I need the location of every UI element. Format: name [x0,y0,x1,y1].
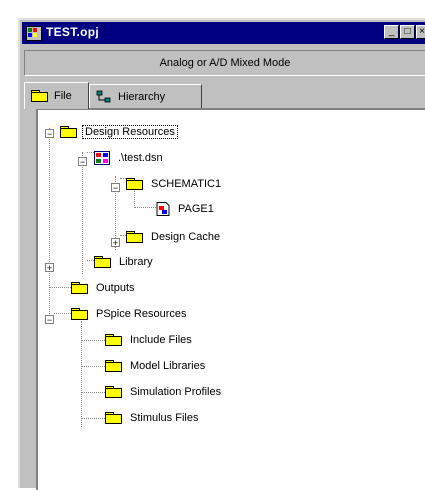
tree-item-label: Simulation Profiles [130,386,222,398]
design-file-icon [94,151,110,165]
tree-item-label: Model Libraries [130,360,206,372]
tab-file[interactable]: File [24,82,89,109]
folder-icon [126,231,143,243]
window-title: TEST.opj [46,25,100,39]
expand-toggle-design-cache[interactable]: + [111,238,120,248]
schematic-folder-icon [126,178,143,190]
tree-item-label: Include Files [130,334,192,346]
tree-item-outputs[interactable]: Outputs [71,280,137,296]
folder-icon [105,386,122,398]
hierarchy-icon [96,90,111,102]
tab-hierarchy[interactable]: Hierarchy [89,84,202,108]
tree-item-include-files[interactable]: Include Files [105,332,194,348]
folder-open-icon [60,126,77,138]
tree-item-pspice-resources[interactable]: PSpice Resources [71,306,189,322]
page-icon [156,202,170,216]
folder-icon [105,360,122,372]
tree-item-dsn[interactable]: .\test.dsn [94,150,165,166]
project-tree[interactable]: − − − + + − Design Resources .\test.dsn … [36,108,425,490]
project-window: TEST.opj _ □ × Analog or A/D Mixed Mode … [18,18,425,490]
tree-item-label: PSpice Resources [96,308,187,320]
tree-item-simulation-profiles[interactable]: Simulation Profiles [105,384,223,400]
app-icon [26,26,42,41]
tree-item-label: PAGE1 [178,203,214,215]
tab-file-label: File [54,90,72,102]
close-button[interactable]: × [416,25,425,39]
expand-toggle-library[interactable]: + [45,263,54,273]
tree-item-label: Design Cache [151,231,221,243]
tree-item-page[interactable]: PAGE1 [156,201,216,217]
minimize-button[interactable]: _ [384,25,399,39]
tree-item-model-libraries[interactable]: Model Libraries [105,358,207,374]
tree-item-design-resources[interactable]: Design Resources [60,124,178,140]
folder-icon [94,256,111,268]
tree-item-schematic[interactable]: SCHEMATIC1 [126,176,223,192]
folder-icon [105,412,122,424]
mode-bar: Analog or A/D Mixed Mode [24,50,425,76]
collapse-toggle-pspice-resources[interactable]: − [45,315,54,325]
collapse-toggle-schematic[interactable]: − [111,183,120,193]
tree-item-label: SCHEMATIC1 [151,178,222,190]
folder-icon [31,90,48,102]
collapse-toggle-design-resources[interactable]: − [45,129,54,139]
tab-hierarchy-label: Hierarchy [118,90,166,103]
tree-item-library[interactable]: Library [94,254,155,270]
folder-icon [71,282,88,294]
tree-item-design-cache[interactable]: Design Cache [126,229,222,245]
collapse-toggle-dsn[interactable]: − [78,157,87,167]
tree-item-label: Design Resources [82,125,178,139]
tree-item-label: Library [119,256,153,268]
tree-item-label: Stimulus Files [130,412,199,424]
tree-item-label: Outputs [96,282,135,294]
tree-item-stimulus-files[interactable]: Stimulus Files [105,410,200,426]
mode-label: Analog or A/D Mixed Mode [159,57,291,69]
folder-icon [105,334,122,346]
title-bar[interactable]: TEST.opj _ □ × [22,22,425,44]
maximize-button[interactable]: □ [400,25,415,39]
folder-icon [71,308,88,320]
tree-item-label: .\test.dsn [118,152,163,164]
